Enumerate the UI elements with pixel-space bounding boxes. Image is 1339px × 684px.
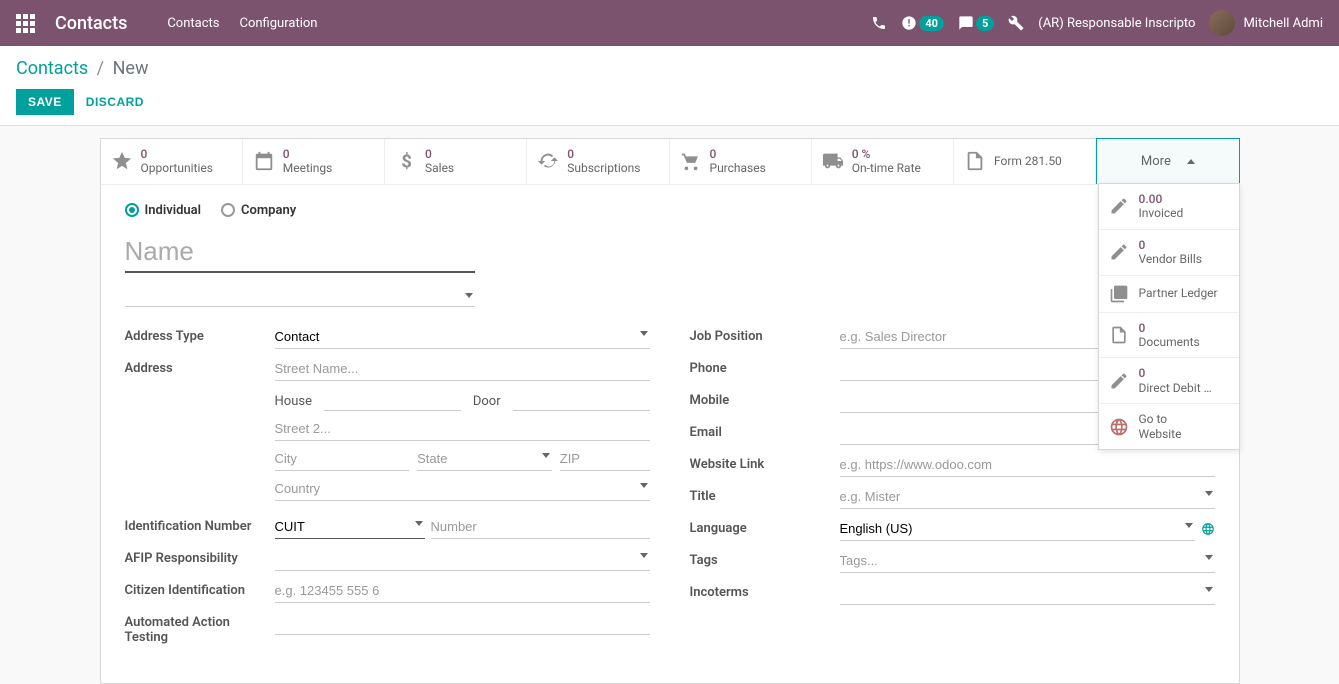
activities-icon[interactable]: 40 bbox=[901, 15, 944, 31]
label-automated: Automated Action Testing bbox=[125, 611, 275, 645]
label-idnum: Identification Number bbox=[125, 515, 275, 534]
label-tags: Tags bbox=[690, 549, 840, 568]
zip-field[interactable] bbox=[560, 447, 650, 471]
form-sheet: 0Opportunities 0Meetings $ 0Sales 0Subsc… bbox=[100, 138, 1240, 684]
book-icon bbox=[1109, 284, 1129, 304]
label-incoterms: Incoterms bbox=[690, 581, 840, 600]
company-selector[interactable]: (AR) Responsable Inscripto bbox=[1038, 16, 1195, 31]
state-select[interactable] bbox=[417, 447, 552, 471]
save-button[interactable]: SAVE bbox=[16, 89, 74, 115]
label-house: House bbox=[275, 394, 312, 409]
door-field[interactable] bbox=[513, 387, 650, 411]
user-menu[interactable]: Mitchell Admi bbox=[1209, 10, 1323, 36]
svg-text:$: $ bbox=[401, 152, 412, 173]
more-partner-ledger[interactable]: Partner Ledger bbox=[1099, 276, 1239, 313]
nav-contacts[interactable]: Contacts bbox=[167, 16, 219, 31]
label-citizen: Citizen Identification bbox=[125, 579, 275, 598]
activities-badge: 40 bbox=[919, 16, 944, 31]
document-icon bbox=[1109, 325, 1129, 345]
name-field[interactable] bbox=[125, 232, 475, 273]
stat-sales[interactable]: $ 0Sales bbox=[385, 139, 527, 184]
stat-purchases[interactable]: 0Purchases bbox=[670, 139, 812, 184]
nav-configuration[interactable]: Configuration bbox=[240, 16, 318, 31]
idnum-number-field[interactable] bbox=[431, 515, 650, 539]
control-panel: Contacts / New SAVE DISCARD bbox=[0, 46, 1339, 126]
label-door: Door bbox=[473, 394, 501, 409]
more-go-website[interactable]: Go toWebsite bbox=[1099, 404, 1239, 449]
label-title: Title bbox=[690, 485, 840, 504]
breadcrumb-root[interactable]: Contacts bbox=[16, 58, 88, 79]
more-dropdown: 0.00Invoiced 0Vendor Bills Partner Ledge… bbox=[1098, 183, 1240, 450]
automated-field[interactable] bbox=[275, 611, 650, 635]
label-address: Address bbox=[125, 357, 275, 376]
company-select[interactable] bbox=[125, 285, 475, 307]
radio-unchecked-icon bbox=[221, 203, 235, 217]
stat-buttons-row: 0Opportunities 0Meetings $ 0Sales 0Subsc… bbox=[101, 139, 1239, 185]
chevron-up-icon bbox=[1187, 159, 1195, 164]
label-address-type: Address Type bbox=[125, 325, 275, 344]
more-direct-debit[interactable]: 0Direct Debit … bbox=[1099, 358, 1239, 404]
globe-icon[interactable] bbox=[1201, 522, 1215, 536]
idnum-type-select[interactable] bbox=[275, 515, 425, 539]
refresh-icon bbox=[537, 150, 559, 172]
radio-company[interactable]: Company bbox=[221, 203, 296, 218]
stat-opportunities[interactable]: 0Opportunities bbox=[101, 139, 243, 184]
dollar-icon: $ bbox=[395, 150, 417, 172]
pencil-square-icon bbox=[1109, 196, 1129, 216]
afip-select[interactable] bbox=[275, 547, 650, 571]
stat-subscriptions[interactable]: 0Subscriptions bbox=[527, 139, 669, 184]
radio-checked-icon bbox=[125, 203, 139, 217]
house-field[interactable] bbox=[324, 387, 461, 411]
pencil-square-icon bbox=[1109, 371, 1129, 391]
document-icon bbox=[964, 150, 986, 172]
website-field[interactable] bbox=[840, 453, 1215, 477]
country-select[interactable] bbox=[275, 477, 650, 501]
breadcrumb: Contacts / New bbox=[16, 58, 1323, 79]
globe-icon bbox=[1109, 417, 1129, 437]
cart-icon bbox=[680, 150, 702, 172]
label-mobile: Mobile bbox=[690, 389, 840, 408]
breadcrumb-current: New bbox=[113, 58, 149, 79]
incoterms-select[interactable] bbox=[840, 581, 1215, 605]
messages-icon[interactable]: 5 bbox=[958, 15, 994, 31]
title-select[interactable] bbox=[840, 485, 1215, 509]
label-language: Language bbox=[690, 517, 840, 536]
truck-icon bbox=[822, 150, 844, 172]
label-job: Job Position bbox=[690, 325, 840, 344]
discard-button[interactable]: DISCARD bbox=[86, 95, 144, 109]
stat-ontime-rate[interactable]: 0 %On-time Rate bbox=[812, 139, 954, 184]
label-phone: Phone bbox=[690, 357, 840, 376]
stat-more-toggle[interactable]: More 0.00Invoiced 0Vendor Bills Partner … bbox=[1096, 138, 1239, 184]
more-vendor-bills[interactable]: 0Vendor Bills bbox=[1099, 230, 1239, 276]
user-name: Mitchell Admi bbox=[1243, 16, 1323, 31]
caret-down-icon bbox=[465, 293, 473, 298]
tags-select[interactable] bbox=[840, 549, 1215, 573]
label-website: Website Link bbox=[690, 453, 840, 472]
radio-individual[interactable]: Individual bbox=[125, 203, 202, 218]
debug-icon[interactable] bbox=[1008, 15, 1024, 31]
messages-badge: 5 bbox=[976, 16, 994, 31]
apps-menu-icon[interactable] bbox=[16, 14, 35, 33]
phone-icon[interactable] bbox=[871, 15, 887, 31]
label-email: Email bbox=[690, 421, 840, 440]
star-icon bbox=[111, 150, 133, 172]
language-select[interactable] bbox=[840, 517, 1195, 541]
stat-meetings[interactable]: 0Meetings bbox=[243, 139, 385, 184]
calendar-icon bbox=[253, 150, 275, 172]
avatar bbox=[1209, 10, 1235, 36]
label-afip: AFIP Responsibility bbox=[125, 547, 275, 566]
street2-field[interactable] bbox=[275, 417, 650, 441]
top-navbar: Contacts Contacts Configuration 40 5 (AR… bbox=[0, 0, 1339, 46]
stat-form281[interactable]: Form 281.50 bbox=[954, 139, 1096, 184]
more-invoiced[interactable]: 0.00Invoiced bbox=[1099, 184, 1239, 230]
citizen-field[interactable] bbox=[275, 579, 650, 603]
app-brand: Contacts bbox=[55, 13, 127, 34]
city-field[interactable] bbox=[275, 447, 410, 471]
more-documents[interactable]: 0Documents bbox=[1099, 313, 1239, 359]
address-type-select[interactable] bbox=[275, 325, 650, 349]
street-field[interactable] bbox=[275, 357, 650, 381]
pencil-square-icon bbox=[1109, 242, 1129, 262]
